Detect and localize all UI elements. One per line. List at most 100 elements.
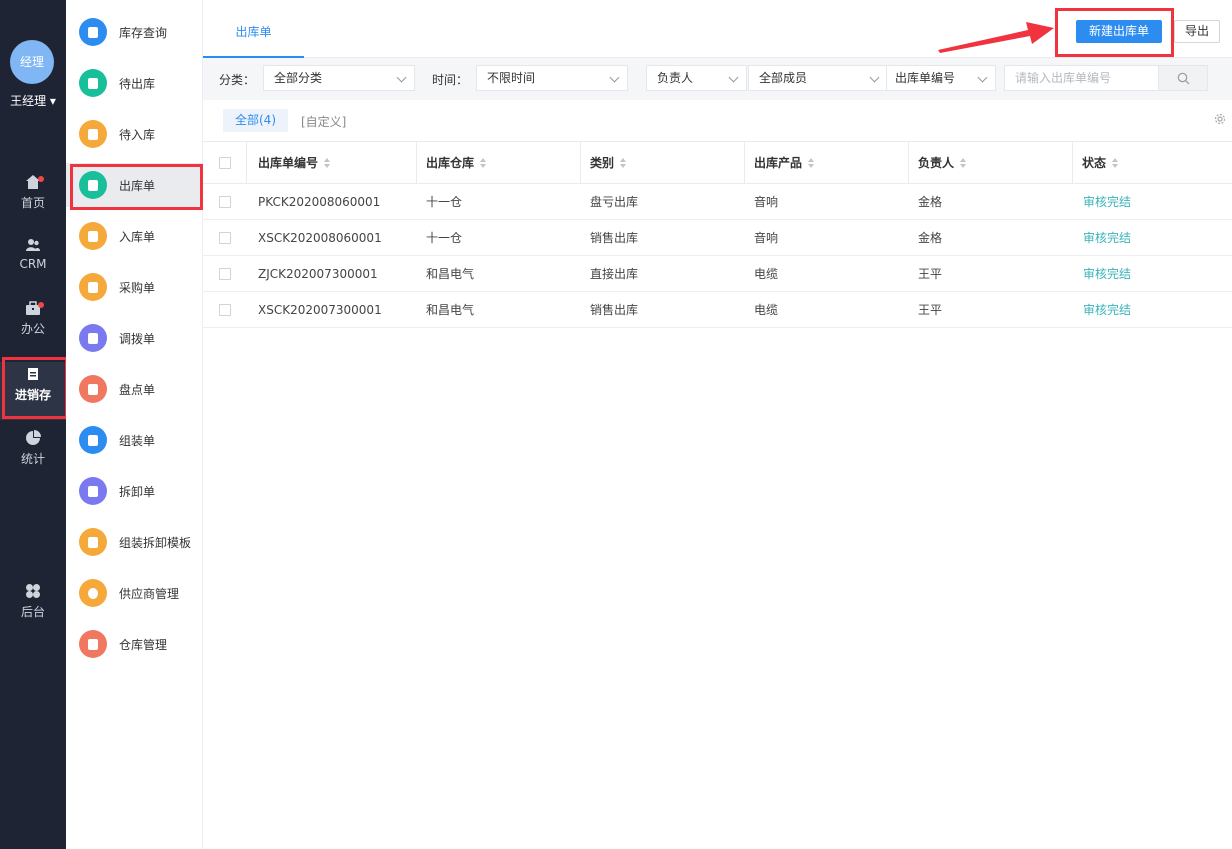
search-button[interactable] <box>1158 65 1208 91</box>
subnav-label: 组装拆卸模板 <box>119 535 192 550</box>
user-name-dropdown[interactable]: 王经理 ▾ <box>0 92 66 109</box>
nav-home[interactable]: 首页 <box>0 174 66 230</box>
sub-sidebar: 库存查询 待出库 待入库 出库单 入库单 采购单 调拨单 盘点单 组装单 拆卸单… <box>66 0 203 849</box>
search-input[interactable]: 请输入出库单编号 <box>1004 65 1159 91</box>
view-tabs: 全部(4) [自定义] <box>203 100 1232 140</box>
warehouse-icon <box>79 222 107 250</box>
row-checkbox-cell[interactable] <box>219 256 231 291</box>
main-sidebar: 经理 王经理 ▾ 首页 CRM 办公 进销存 统计 后台 <box>0 0 66 849</box>
cell-order-no[interactable]: XSCK202007300001 <box>258 292 382 327</box>
chevron-down-icon <box>869 72 880 83</box>
subnav-item-transfer-order[interactable]: 调拨单 <box>66 316 203 360</box>
row-checkbox[interactable] <box>219 231 231 244</box>
row-checkbox[interactable] <box>219 195 231 208</box>
avatar[interactable]: 经理 <box>10 40 54 84</box>
category-value: 全部分类 <box>274 71 323 85</box>
column-header-label: 出库仓库 <box>426 156 475 170</box>
highlight-box-outbound <box>70 164 203 210</box>
row-checkbox-cell[interactable] <box>219 220 231 255</box>
clipboard-icon <box>79 528 107 556</box>
column-header-label: 负责人 <box>918 156 955 170</box>
clipboard-icon <box>79 477 107 505</box>
cell-product: 音响 <box>754 231 779 245</box>
row-checkbox[interactable] <box>219 267 231 280</box>
sort-icon[interactable] <box>1112 157 1119 168</box>
time-select[interactable]: 不限时间 <box>476 65 628 91</box>
cell-category: 直接出库 <box>590 267 639 281</box>
subnav-item-stock-query[interactable]: 库存查询 <box>66 10 203 54</box>
subnav-item-pending-in[interactable]: 待入库 <box>66 112 203 156</box>
pie-chart-icon <box>26 430 41 445</box>
subnav-label: 采购单 <box>119 280 156 295</box>
cell-category: 盘亏出库 <box>590 195 639 209</box>
filter-bar: 分类： 全部分类 时间： 不限时间 负责人 全部成员 出库单编号 请输入出库单编… <box>203 58 1232 100</box>
column-header-warehouse[interactable]: 出库仓库 <box>416 142 580 183</box>
subnav-item-stocktake-order[interactable]: 盘点单 <box>66 367 203 411</box>
nav-admin[interactable]: 后台 <box>0 583 66 639</box>
table-row[interactable]: XSCK202007300001 和昌电气 销售出库 电缆 王平 审核完结 <box>203 292 1232 328</box>
subnav-label: 组装单 <box>119 433 156 448</box>
main-panel: 出库单 新建出库单 导出 分类： 全部分类 时间： 不限时间 负责人 全部成员 … <box>203 0 1232 849</box>
subnav-item-supplier[interactable]: 供应商管理 <box>66 571 203 615</box>
sort-icon[interactable] <box>480 157 487 168</box>
column-header-status[interactable]: 状态 <box>1072 142 1232 183</box>
sort-icon[interactable] <box>808 157 815 168</box>
select-all-checkbox[interactable] <box>219 156 231 169</box>
cell-order-no[interactable]: PKCK202008060001 <box>258 184 380 219</box>
row-checkbox-cell[interactable] <box>219 292 231 327</box>
row-checkbox[interactable] <box>219 303 231 316</box>
nav-office[interactable]: 办公 <box>0 300 66 356</box>
nav-stats[interactable]: 统计 <box>0 430 66 486</box>
subnav-item-pending-out[interactable]: 待出库 <box>66 61 203 105</box>
tab-outbound-order[interactable]: 出库单 <box>203 12 304 58</box>
chevron-down-icon <box>609 72 620 83</box>
table-row[interactable]: PKCK202008060001 十一仓 盘亏出库 音响 金格 审核完结 <box>203 184 1232 220</box>
column-header-owner[interactable]: 负责人 <box>908 142 1072 183</box>
subnav-item-warehouse[interactable]: 仓库管理 <box>66 622 203 666</box>
subnav-label: 仓库管理 <box>119 637 168 652</box>
outbound-order-table: 出库单编号 出库仓库 类别 出库产品 负责人 状态 PKCK2020080600… <box>203 141 1232 328</box>
table-row[interactable]: ZJCK202007300001 和昌电气 直接出库 电缆 王平 审核完结 <box>203 256 1232 292</box>
nav-crm[interactable]: CRM <box>0 237 66 293</box>
subnav-item-purchase-order[interactable]: 采购单 <box>66 265 203 309</box>
cell-warehouse: 和昌电气 <box>426 267 475 281</box>
member-select[interactable]: 全部成员 <box>748 65 888 91</box>
nav-home-label: 首页 <box>20 196 45 210</box>
view-tab-all[interactable]: 全部(4) <box>223 109 288 132</box>
clipboard-icon <box>79 324 107 352</box>
search-field-select[interactable]: 出库单编号 <box>886 65 996 91</box>
cell-order-no[interactable]: ZJCK202007300001 <box>258 256 378 291</box>
sort-icon[interactable] <box>960 157 967 168</box>
subnav-label: 入库单 <box>119 229 156 244</box>
sort-icon[interactable] <box>620 157 627 168</box>
notification-dot <box>38 302 44 308</box>
category-select[interactable]: 全部分类 <box>263 65 415 91</box>
subnav-item-disassembly-order[interactable]: 拆卸单 <box>66 469 203 513</box>
column-header-label: 出库单编号 <box>258 156 319 170</box>
subnav-item-assembly-template[interactable]: 组装拆卸模板 <box>66 520 203 564</box>
cell-product: 电缆 <box>754 267 779 281</box>
warehouse-icon <box>79 120 107 148</box>
cell-warehouse: 十一仓 <box>426 195 463 209</box>
table-row[interactable]: XSCK202008060001 十一仓 销售出库 音响 金格 审核完结 <box>203 220 1232 256</box>
cell-product: 音响 <box>754 195 779 209</box>
subnav-label: 调拨单 <box>119 331 156 346</box>
subnav-label: 待入库 <box>119 127 156 142</box>
row-checkbox-cell[interactable] <box>219 184 231 219</box>
nav-crm-label: CRM <box>19 257 47 271</box>
view-tab-custom[interactable]: [自定义] <box>301 113 346 130</box>
admin-icon <box>26 584 40 598</box>
subnav-item-assembly-order[interactable]: 组装单 <box>66 418 203 462</box>
gear-icon[interactable] <box>1213 112 1227 126</box>
column-header-category[interactable]: 类别 <box>580 142 744 183</box>
column-header-product[interactable]: 出库产品 <box>744 142 908 183</box>
clipboard-icon <box>79 375 107 403</box>
owner-select[interactable]: 负责人 <box>646 65 747 91</box>
export-button[interactable]: 导出 <box>1174 20 1220 43</box>
sort-icon[interactable] <box>324 157 331 168</box>
nav-office-label: 办公 <box>20 322 45 336</box>
subnav-item-inbound-order[interactable]: 入库单 <box>66 214 203 258</box>
cell-order-no[interactable]: XSCK202008060001 <box>258 220 382 255</box>
status-badge: 审核完结 <box>1083 195 1132 209</box>
column-header-order-no[interactable]: 出库单编号 <box>246 142 416 183</box>
